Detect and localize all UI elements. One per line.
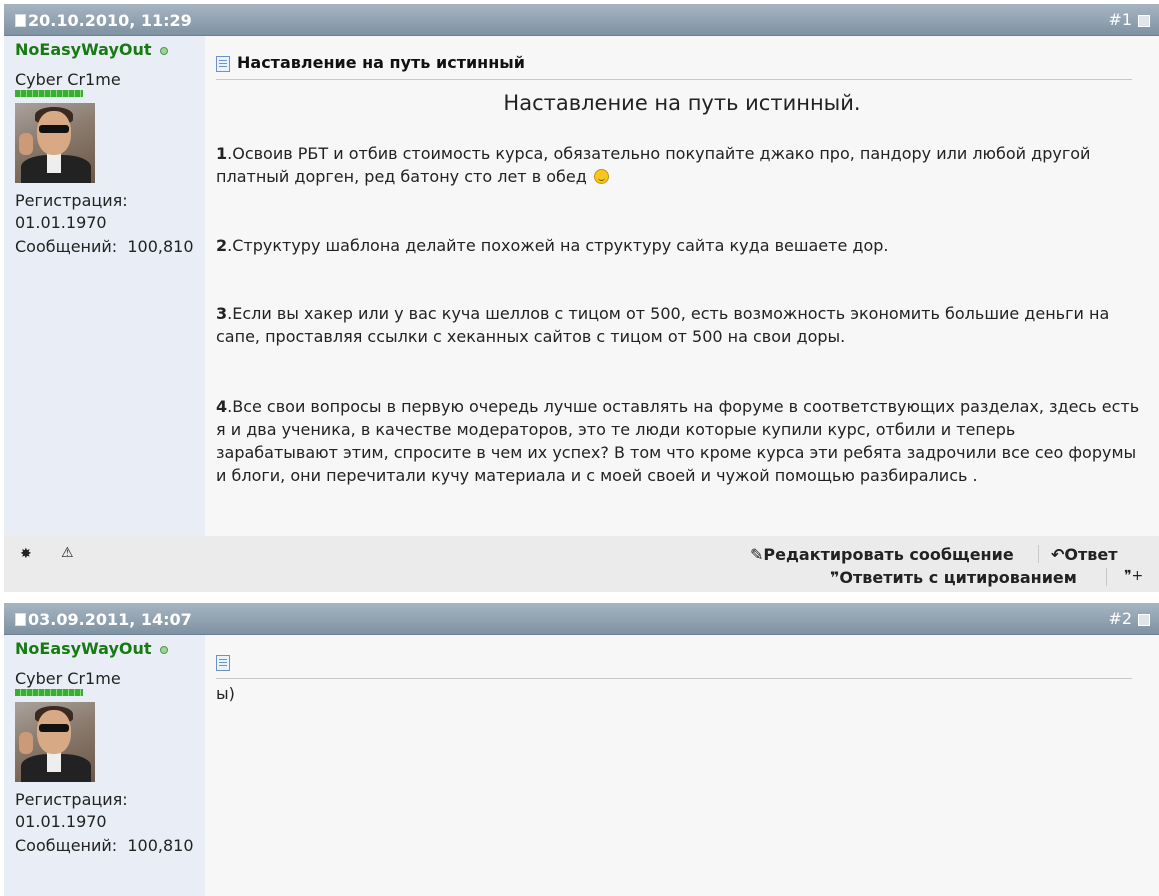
paragraph-number: 3 [216, 304, 228, 323]
edit-post-button[interactable]: ✎Редактировать сообщение [750, 545, 1014, 564]
post-header: 20.10.2010, 11:29 #1 [4, 4, 1159, 36]
reply-arrow-icon: ↶ [1051, 545, 1065, 564]
registration-date: 01.01.1970 [15, 812, 107, 831]
posts-count: Сообщений: 100,810 [15, 836, 194, 855]
paragraph-number: 4 [216, 397, 228, 416]
multiquote-icon[interactable]: ❞+ [1124, 568, 1143, 584]
posts-count-value: 100,810 [127, 237, 194, 256]
posts-count: Сообщений: 100,810 [15, 237, 194, 256]
paragraph-text: .Структуру шаблона делайте похожей на ст… [227, 236, 889, 255]
avatar[interactable] [15, 103, 95, 183]
post-number-link[interactable]: #2 [1108, 609, 1132, 628]
report-icon[interactable]: ⚠ [61, 545, 74, 561]
paragraph-text: .Освоив РБТ и отбив стоимость курса, обя… [216, 144, 1091, 186]
registration-label: Регистрация: [15, 191, 128, 210]
reply-label: Ответ [1064, 545, 1118, 564]
user-title: Cyber Cr1me [15, 70, 121, 89]
paragraph-2: 2.Структуру шаблона делайте похожей на с… [216, 234, 1141, 257]
document-icon [216, 655, 230, 671]
posts-count-label: Сообщений: [15, 836, 118, 855]
post-title: Наставление на путь истинный [237, 53, 525, 72]
avatar[interactable] [15, 702, 95, 782]
multiquote-checkbox[interactable] [1138, 15, 1150, 27]
post-date: 20.10.2010, 11:29 [15, 11, 192, 30]
post-title-bar [216, 651, 1132, 679]
post-date-text: 20.10.2010, 11:29 [28, 11, 192, 30]
quote-reply-button[interactable]: ❞Ответить с цитированием [830, 568, 1077, 587]
post-content: Наставление на путь истинный Наставление… [205, 36, 1159, 536]
registration-date: 01.01.1970 [15, 213, 107, 232]
paragraph-number: 1 [216, 144, 228, 163]
post-icon [15, 14, 26, 27]
posts-count-label: Сообщений: [15, 237, 118, 256]
online-status-icon [160, 47, 168, 55]
username-link[interactable]: NoEasyWayOut [15, 639, 152, 658]
paragraph-text: .Все свои вопросы в первую очередь лучше… [216, 397, 1140, 485]
post-heading: Наставление на путь истинный. [503, 91, 861, 115]
post-number-link[interactable]: #1 [1108, 10, 1132, 29]
post-title-bar: Наставление на путь истинный [216, 52, 1132, 80]
quote-reply-label: Ответить с цитированием [839, 568, 1077, 587]
post-date-text: 03.09.2011, 14:07 [28, 610, 192, 629]
post-icon [15, 613, 26, 626]
post-2: 03.09.2011, 14:07 #2 NoEasyWayOut Cyber … [4, 603, 1159, 896]
footer-divider [1038, 545, 1039, 563]
post-date: 03.09.2011, 14:07 [15, 610, 192, 629]
footer-divider [1106, 568, 1107, 586]
paragraph-1: 1.Освоив РБТ и отбив стоимость курса, об… [216, 142, 1141, 188]
paragraph-text: .Если вы хакер или у вас куча шеллов с т… [216, 304, 1110, 346]
post-footer: ✸ ⚠ ✎Редактировать сообщение ↶Ответ ❞Отв… [4, 536, 1159, 592]
pencil-icon: ✎ [750, 545, 764, 564]
reply-button[interactable]: ↶Ответ [1051, 545, 1118, 564]
post-content: ы) [205, 635, 1159, 896]
multiquote-checkbox[interactable] [1138, 614, 1150, 626]
username-link[interactable]: NoEasyWayOut [15, 40, 152, 59]
paragraph-number: 2 [216, 236, 228, 255]
reputation-bar [15, 689, 83, 696]
post-text: ы) [216, 684, 235, 703]
reputation-icon[interactable]: ✸ [20, 546, 32, 562]
quote-icon: ❞ [830, 568, 840, 587]
registration-label: Регистрация: [15, 790, 128, 809]
post-1: 20.10.2010, 11:29 #1 NoEasyWayOut Cyber … [4, 4, 1159, 592]
online-status-icon [160, 646, 168, 654]
reputation-bar [15, 90, 83, 97]
smiley-icon [593, 169, 609, 184]
document-icon [216, 56, 230, 72]
posts-count-value: 100,810 [127, 836, 194, 855]
user-title: Cyber Cr1me [15, 669, 121, 688]
edit-post-label: Редактировать сообщение [763, 545, 1014, 564]
user-info-panel: NoEasyWayOut Cyber Cr1me Регистрация: 01… [4, 36, 205, 536]
user-info-panel: NoEasyWayOut Cyber Cr1me Регистрация: 01… [4, 635, 205, 896]
post-header: 03.09.2011, 14:07 #2 [4, 603, 1159, 635]
paragraph-4: 4.Все свои вопросы в первую очередь лучш… [216, 395, 1141, 487]
paragraph-3: 3.Если вы хакер или у вас куча шеллов с … [216, 302, 1141, 348]
